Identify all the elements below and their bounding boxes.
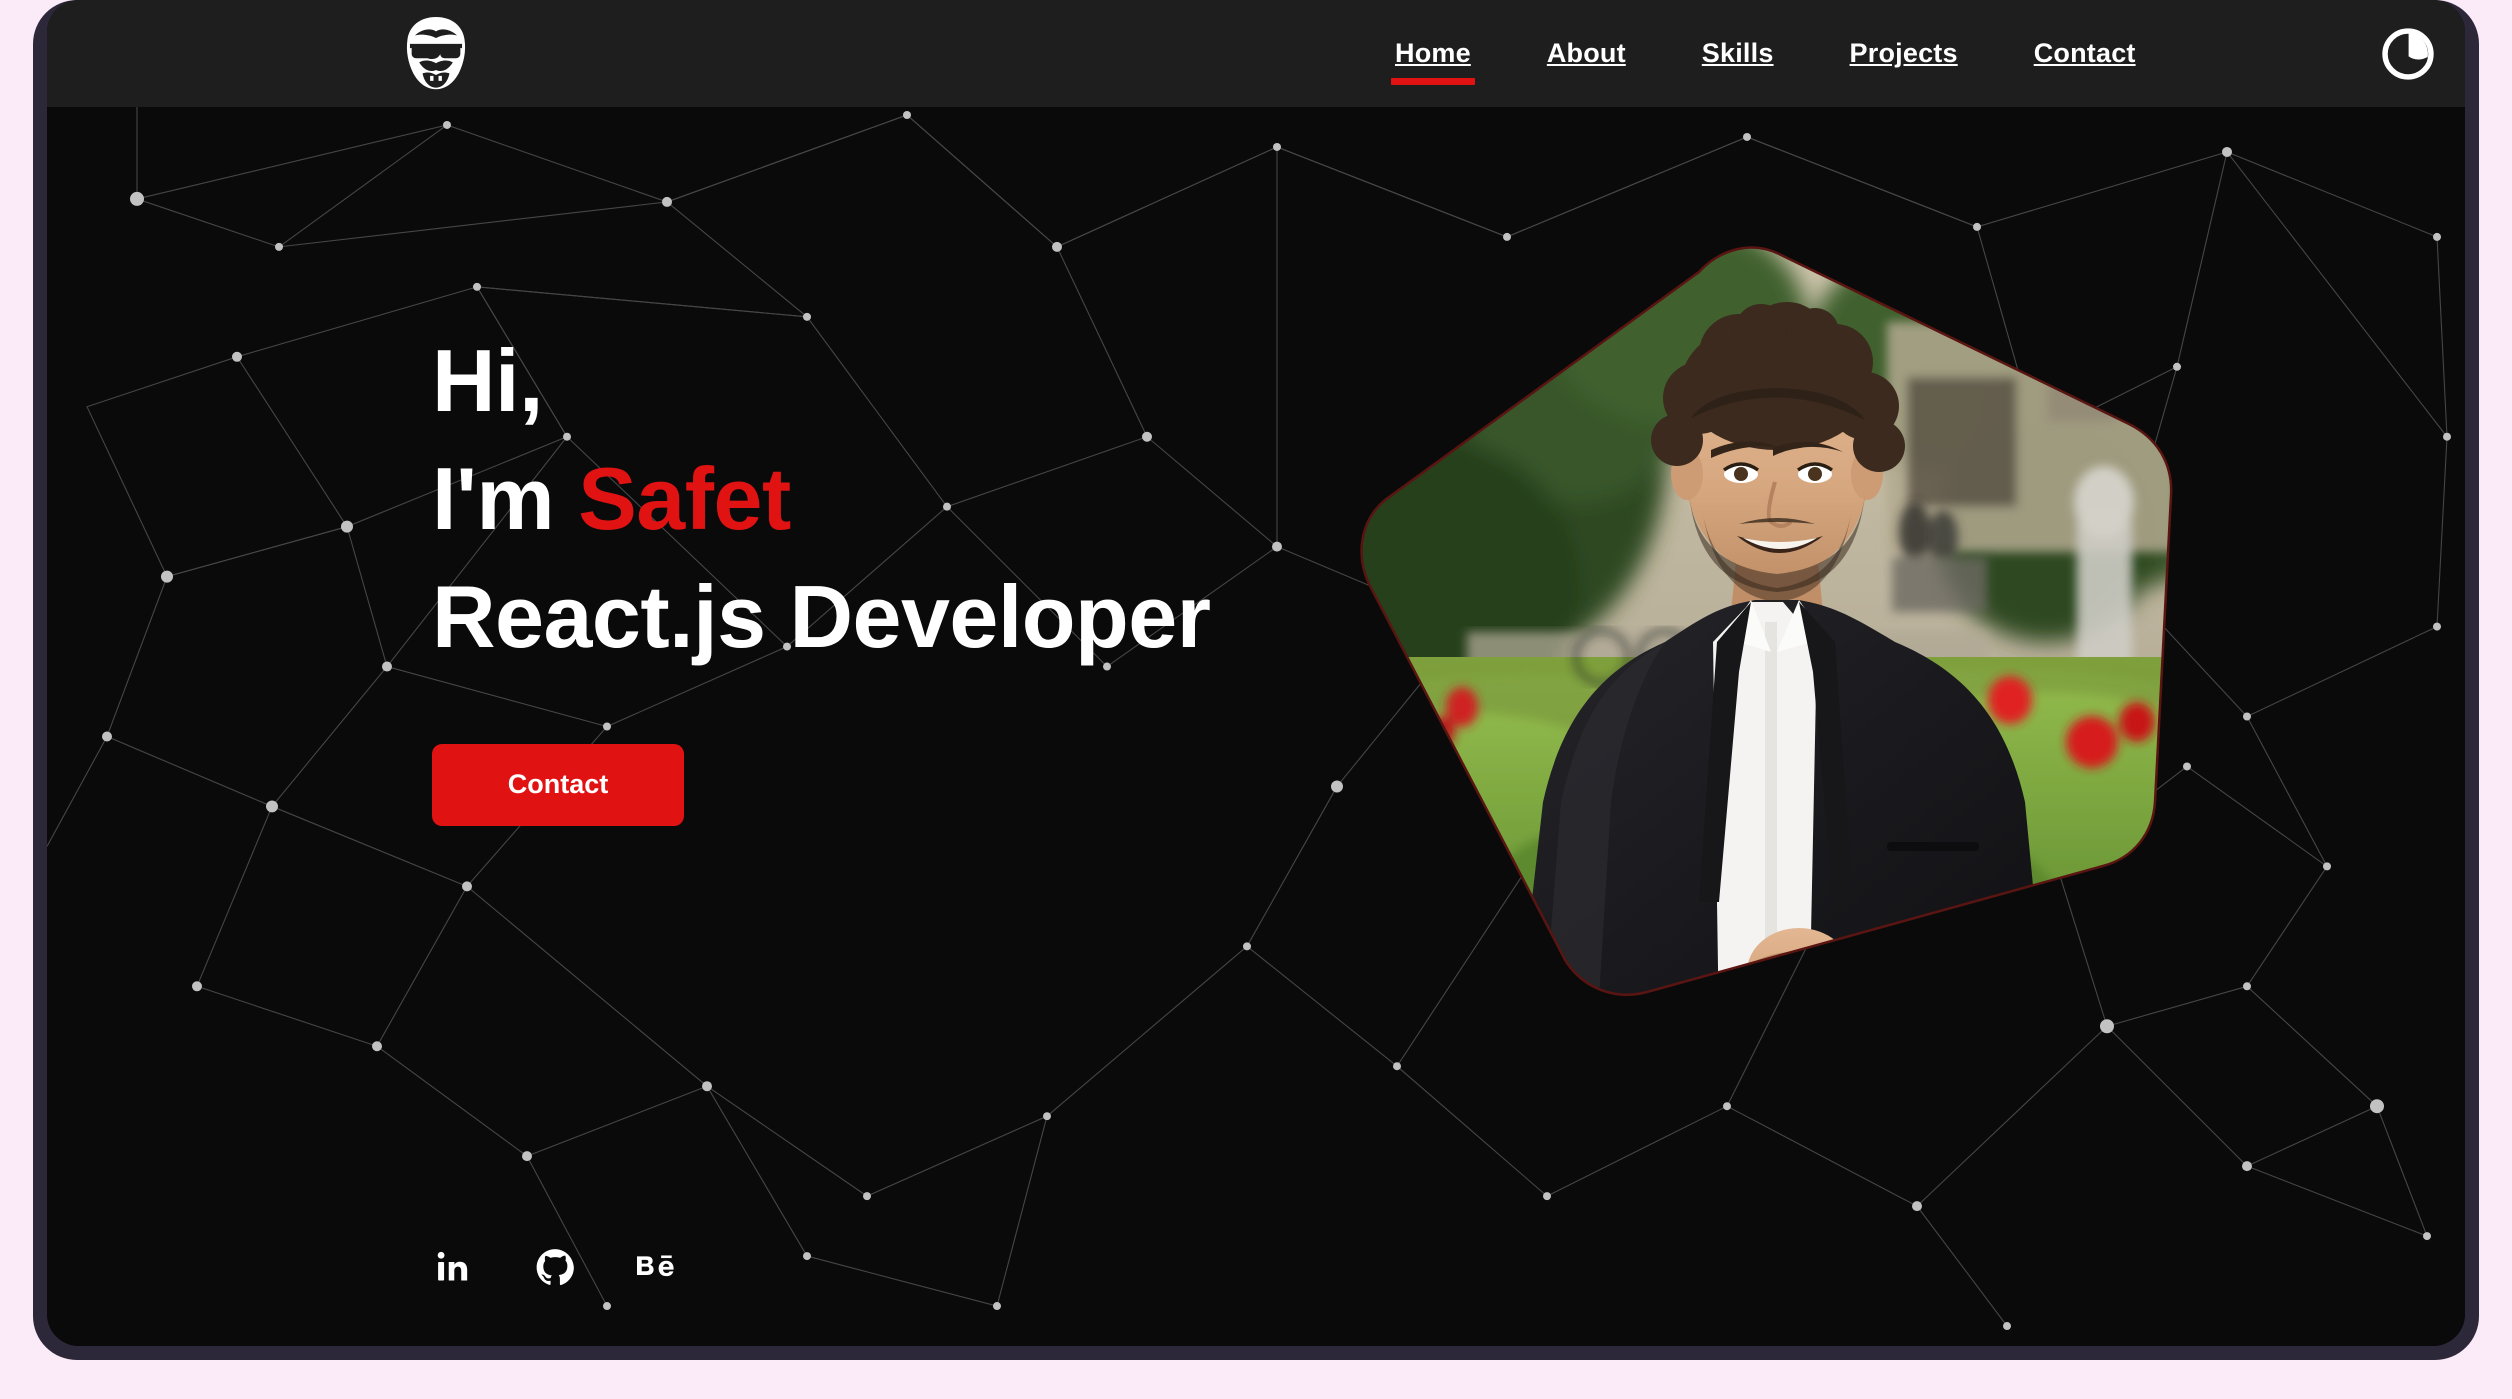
hero-intro-line: I'm Safet <box>432 440 1211 558</box>
navbar: Home About Skills Projects Contact <box>47 0 2465 107</box>
nav-link-label: About <box>1546 38 1626 68</box>
browser-viewport: Home About Skills Projects Contact Hi, I… <box>47 0 2465 1346</box>
social-links <box>432 1246 678 1288</box>
github-icon[interactable] <box>534 1246 576 1288</box>
hipster-face-logo-icon[interactable] <box>390 8 482 100</box>
dark-mode-contrast-icon[interactable] <box>2377 23 2439 85</box>
nav-link-contact[interactable]: Contact <box>1996 0 2174 107</box>
nav-link-home[interactable]: Home <box>1357 0 1509 107</box>
hero-name: Safet <box>578 448 791 548</box>
active-underline <box>1390 78 1475 85</box>
device-frame: Home About Skills Projects Contact Hi, I… <box>33 0 2479 1360</box>
behance-icon[interactable] <box>636 1246 678 1288</box>
nav-links: Home About Skills Projects Contact <box>1357 0 2174 107</box>
linkedin-icon[interactable] <box>432 1246 474 1288</box>
hero-intro-prefix: I'm <box>432 448 579 548</box>
portrait-photo <box>1347 202 2187 1032</box>
nav-link-skills[interactable]: Skills <box>1664 0 1812 107</box>
contact-button[interactable]: Contact <box>432 743 684 826</box>
hero-greeting: Hi, <box>432 331 543 430</box>
nav-link-label: Projects <box>1849 38 1958 68</box>
nav-link-label: Contact <box>2033 38 2136 68</box>
hero-section: Hi, I'm Safet React.js Developer Contact <box>47 107 2465 1346</box>
nav-link-projects[interactable]: Projects <box>1812 0 1996 107</box>
nav-link-label: Home <box>1395 38 1471 68</box>
hero-role: React.js Developer <box>432 566 1211 666</box>
hero-content: Hi, I'm Safet React.js Developer Contact <box>432 322 1211 826</box>
nav-link-about[interactable]: About <box>1509 0 1664 107</box>
nav-link-label: Skills <box>1701 38 1774 68</box>
